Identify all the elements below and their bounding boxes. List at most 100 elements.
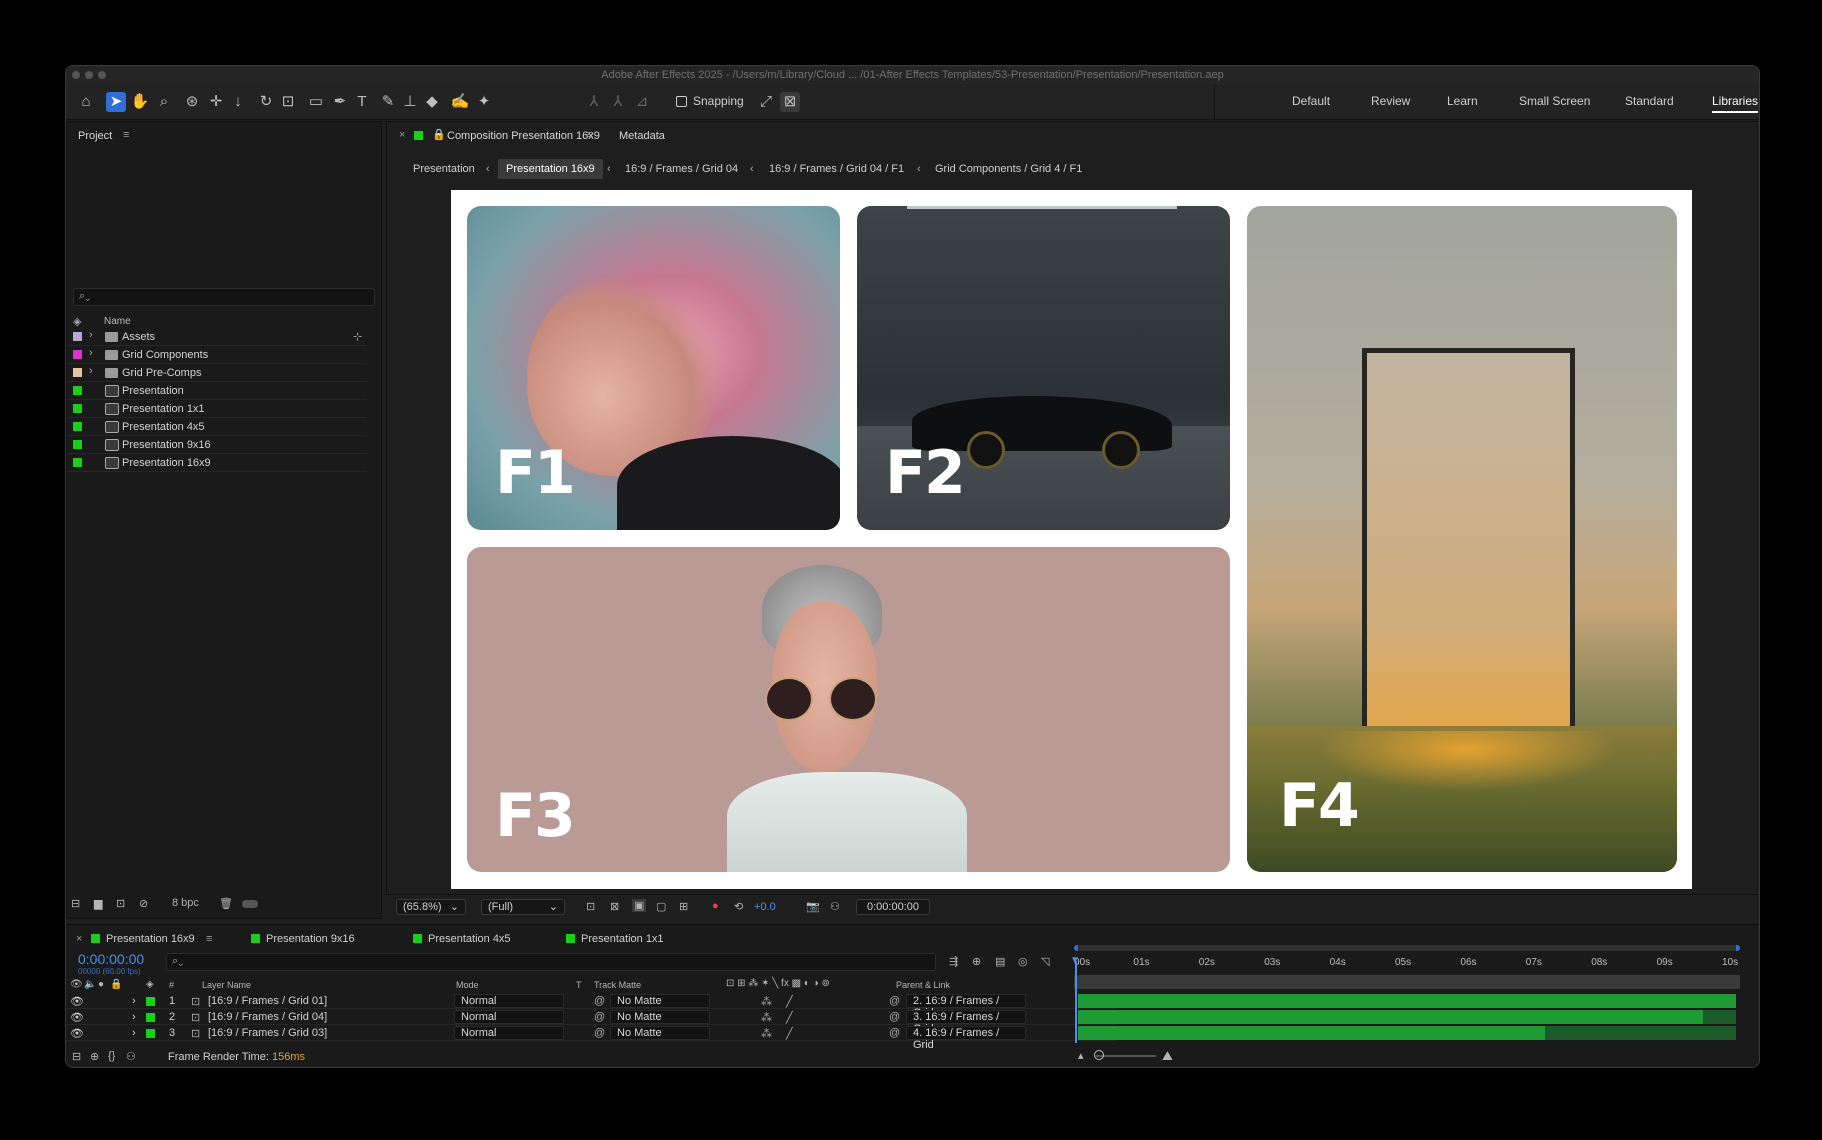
layer-duration-bar[interactable] (1078, 1026, 1546, 1040)
transfer-controls-icon[interactable]: ⊕ (90, 1050, 99, 1063)
label-swatch[interactable] (73, 386, 82, 395)
flowchart-icon[interactable]: ⊹ (353, 330, 362, 343)
axis-local-icon[interactable]: ⅄ (584, 92, 604, 112)
expand-chevron-icon[interactable]: › (132, 995, 136, 1007)
chevron-right-icon[interactable]: › (89, 365, 93, 377)
zoom-in-icon[interactable]: ⛰ (1162, 1048, 1173, 1064)
lock-icon[interactable]: 🔒 (432, 128, 446, 141)
close-tab-icon[interactable]: × (399, 129, 405, 141)
layer-duration-bar[interactable] (1078, 994, 1736, 1008)
shy-layers-icon[interactable]: ▤ (995, 955, 1005, 968)
zoom-out-icon[interactable]: ▴ (1078, 1049, 1084, 1062)
layer-switches-icon[interactable]: ⊟ (72, 1050, 81, 1063)
workspace-standard[interactable]: Standard (1625, 94, 1674, 108)
reset-exposure-icon[interactable]: ⟲ (734, 900, 743, 913)
track-matte-dropdown[interactable]: No Matte (610, 994, 710, 1008)
time-ruler[interactable]: 00s 01s 02s 03s 04s 05s 06s 07s 08s 09s 10s (1074, 925, 1740, 977)
project-item-presentation-9x16[interactable]: Presentation 9x16 (67, 436, 367, 454)
layer-duration-bar[interactable] (1078, 1010, 1704, 1024)
project-item-presentation-1x1[interactable]: Presentation 1x1 (67, 400, 367, 418)
render-time-toggle-icon[interactable]: ⚇ (126, 1050, 136, 1063)
name-column-header[interactable]: Name (104, 316, 131, 327)
playhead-handle-icon[interactable]: ▼ (1070, 955, 1080, 966)
close-window-button[interactable] (72, 71, 80, 79)
project-item-presentation-16x9[interactable]: Presentation 16x9 (67, 454, 367, 472)
visibility-eye-icon[interactable]: 👁 (70, 995, 84, 1008)
label-swatch[interactable] (73, 350, 82, 359)
puppet-pin-icon[interactable]: ✦ (474, 92, 494, 112)
breadcrumb-grid-04-f1[interactable]: 16:9 / Frames / Grid 04 / F1 (769, 163, 904, 175)
composition-canvas[interactable]: F1 F2 F3 F4 (451, 190, 1692, 889)
label-swatch[interactable] (73, 368, 82, 377)
layer-label-swatch[interactable] (146, 1013, 155, 1022)
project-item-presentation[interactable]: Presentation (67, 382, 367, 400)
new-folder-icon[interactable]: ▆ (94, 897, 102, 910)
timeline-tab-presentation-9x16[interactable]: Presentation 9x16 (251, 933, 355, 945)
workspace-default[interactable]: Default (1292, 94, 1330, 108)
label-swatch[interactable] (73, 458, 82, 467)
close-tab-icon[interactable]: × (76, 933, 82, 945)
rotate-tool-icon[interactable]: ↻ (256, 92, 276, 112)
region-of-interest-icon[interactable]: ▢ (656, 900, 666, 913)
orbit-camera-icon[interactable]: ⊛ (182, 92, 202, 112)
interpret-footage-icon[interactable]: ⊟ (71, 897, 80, 910)
label-swatch[interactable] (73, 404, 82, 413)
layer-name[interactable]: [16:9 / Frames / Grid 04] (208, 1011, 327, 1023)
frame-f4[interactable]: F4 (1247, 206, 1677, 872)
layer-mode-dropdown[interactable]: Normal (454, 1010, 564, 1024)
collapse-switch-icon[interactable]: ⁂ (761, 1011, 772, 1024)
new-composition-icon[interactable]: ⊡ (116, 897, 125, 910)
composition-flowchart-icon[interactable]: ⇶ (949, 955, 958, 968)
expand-chevron-icon[interactable]: › (132, 1011, 136, 1023)
breadcrumb-grid-components-f1[interactable]: Grid Components / Grid 4 / F1 (935, 163, 1082, 175)
project-search-input[interactable]: ⌕⌄ (73, 288, 375, 306)
expand-chevron-icon[interactable]: › (132, 1027, 136, 1039)
snapping-toggle[interactable]: Snapping (676, 94, 744, 108)
matte-link-icon[interactable]: @ (594, 995, 605, 1007)
trash-icon[interactable]: 🗑 (219, 897, 233, 910)
matte-link-icon[interactable]: @ (594, 1011, 605, 1023)
label-swatch[interactable] (73, 332, 82, 341)
project-tab[interactable]: Project (78, 130, 112, 142)
pan-behind-tool-icon[interactable]: ⊡ (278, 92, 298, 112)
breadcrumb-presentation[interactable]: Presentation (413, 163, 475, 175)
eraser-tool-icon[interactable]: ◆ (422, 92, 442, 112)
parent-pickwhip-icon[interactable]: @ (889, 1027, 900, 1039)
frame-blending-icon[interactable]: ◎ (1018, 955, 1028, 968)
workspace-learn[interactable]: Learn (1447, 94, 1478, 108)
quality-switch-icon[interactable]: ╱ (786, 1011, 793, 1024)
show-snapshot-icon[interactable]: ⚇ (830, 900, 840, 913)
project-item-grid-pre-comps[interactable]: › Grid Pre-Comps (67, 364, 367, 382)
collapse-switch-icon[interactable]: ⁂ (761, 1027, 772, 1040)
quality-switch-icon[interactable]: ╱ (786, 1027, 793, 1040)
layer-name[interactable]: [16:9 / Frames / Grid 01] (208, 995, 327, 1007)
selection-tool-icon[interactable]: ➤ (106, 92, 126, 112)
parent-dropdown[interactable]: 4. 16:9 / Frames / Grid (906, 1026, 1026, 1051)
graph-editor-icon[interactable]: ◹ (1041, 955, 1049, 968)
thumbnail-toggle[interactable] (242, 900, 258, 908)
parent-pickwhip-icon[interactable]: @ (889, 995, 900, 1007)
frame-f1[interactable]: F1 (467, 206, 840, 530)
bit-depth-label[interactable]: 8 bpc (172, 897, 199, 909)
frame-f3[interactable]: F3 (467, 547, 1230, 872)
label-tag-icon[interactable]: ◈ (73, 315, 81, 328)
chevron-right-icon[interactable]: › (89, 329, 93, 341)
project-item-grid-components[interactable]: › Grid Components (67, 346, 367, 364)
exposure-value[interactable]: +0.0 (754, 901, 776, 913)
parent-pickwhip-icon[interactable]: @ (889, 1011, 900, 1023)
workspace-review[interactable]: Review (1371, 94, 1410, 108)
timeline-tab-presentation-16x9[interactable]: Presentation 16x9 (91, 933, 195, 945)
timeline-menu-icon[interactable]: ≡ (206, 933, 212, 945)
layer-row-2[interactable]: 👁 › 2 ⊡ [16:9 / Frames / Grid 04] Normal… (66, 1009, 1116, 1035)
snap-edges-icon[interactable]: ⤢ (756, 92, 776, 112)
channels-icon[interactable]: ● (712, 900, 719, 912)
timeline-zoom-slider[interactable] (1096, 1055, 1156, 1057)
snapping-checkbox[interactable] (676, 96, 687, 107)
fast-previews-icon[interactable]: ⊡ (586, 900, 595, 913)
zoom-slider-thumb[interactable] (1094, 1050, 1104, 1060)
parent-dropdown[interactable]: 2. 16:9 / Frames / Grid (906, 994, 1026, 1019)
track-matte-dropdown[interactable]: No Matte (610, 1026, 710, 1040)
label-swatch[interactable] (73, 440, 82, 449)
composition-tab[interactable]: Composition Presentation 16x9 (447, 130, 600, 142)
snap-features-icon[interactable]: ⊠ (780, 92, 800, 112)
